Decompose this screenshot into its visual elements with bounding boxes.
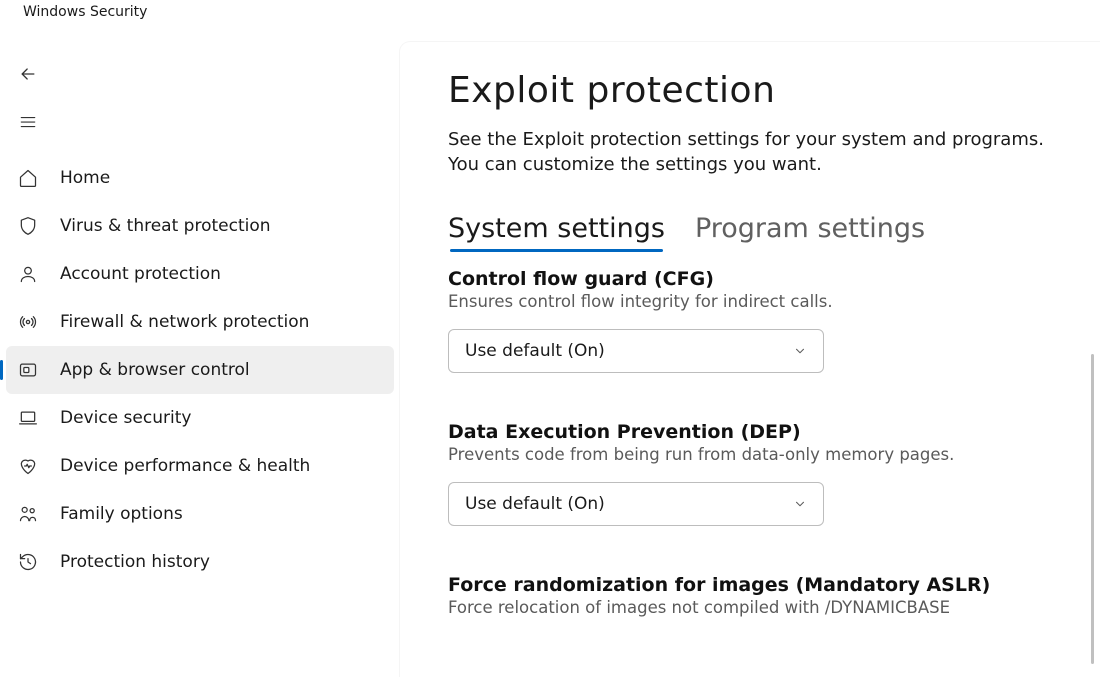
sidebar-item-home[interactable]: Home <box>0 154 400 202</box>
hamburger-button[interactable] <box>0 98 400 146</box>
page-description: See the Exploit protection settings for … <box>448 127 1052 177</box>
sidebar-item-family[interactable]: Family options <box>0 490 400 538</box>
network-icon <box>18 312 54 332</box>
setting-cfg: Control flow guard (CFG) Ensures control… <box>448 268 1052 373</box>
setting-description: Force relocation of images not compiled … <box>448 598 1052 617</box>
sidebar-item-label: Device security <box>54 408 191 428</box>
sidebar-item-label: Account protection <box>54 264 221 284</box>
chevron-down-icon <box>793 497 807 511</box>
dep-dropdown[interactable]: Use default (On) <box>448 482 824 526</box>
sidebar-item-virus-threat[interactable]: Virus & threat protection <box>0 202 400 250</box>
scrollbar-thumb[interactable] <box>1091 354 1094 664</box>
tab-program-settings[interactable]: Program settings <box>695 213 925 252</box>
setting-aslr: Force randomization for images (Mandator… <box>448 574 1052 617</box>
sidebar-item-account-protection[interactable]: Account protection <box>0 250 400 298</box>
cfg-dropdown[interactable]: Use default (On) <box>448 329 824 373</box>
shield-icon <box>18 216 54 236</box>
sidebar-item-label: Virus & threat protection <box>54 216 271 236</box>
setting-title: Control flow guard (CFG) <box>448 268 1052 290</box>
setting-dep: Data Execution Prevention (DEP) Prevents… <box>448 421 1052 526</box>
home-icon <box>18 168 54 188</box>
sidebar-item-device-performance[interactable]: Device performance & health <box>0 442 400 490</box>
sidebar-item-label: App & browser control <box>54 360 250 380</box>
account-icon <box>18 264 54 284</box>
sidebar-item-protection-history[interactable]: Protection history <box>0 538 400 586</box>
page-title: Exploit protection <box>448 70 1052 111</box>
health-icon <box>18 456 54 476</box>
sidebar-item-firewall[interactable]: Firewall & network protection <box>0 298 400 346</box>
setting-description: Prevents code from being run from data-o… <box>448 445 1052 464</box>
setting-title: Force randomization for images (Mandator… <box>448 574 1052 596</box>
back-icon <box>18 64 54 84</box>
hamburger-icon <box>18 113 54 131</box>
family-icon <box>18 504 54 524</box>
setting-title: Data Execution Prevention (DEP) <box>448 421 1052 443</box>
main-content: Exploit protection See the Exploit prote… <box>400 42 1100 677</box>
sidebar-item-label: Device performance & health <box>54 456 310 476</box>
tab-system-settings[interactable]: System settings <box>448 213 665 252</box>
dropdown-value: Use default (On) <box>465 494 605 514</box>
app-browser-icon <box>18 360 54 380</box>
sidebar-item-device-security[interactable]: Device security <box>0 394 400 442</box>
sidebar-item-label: Home <box>54 168 110 188</box>
sidebar-item-label: Firewall & network protection <box>54 312 309 332</box>
setting-description: Ensures control flow integrity for indir… <box>448 292 1052 311</box>
chevron-down-icon <box>793 344 807 358</box>
dropdown-value: Use default (On) <box>465 341 605 361</box>
laptop-icon <box>18 408 54 428</box>
sidebar: Home Virus & threat protection Account p… <box>0 30 400 677</box>
window-title: Windows Security <box>0 0 1100 30</box>
sidebar-item-label: Family options <box>54 504 183 524</box>
sidebar-item-app-browser[interactable]: App & browser control <box>6 346 394 394</box>
back-button[interactable] <box>0 50 400 98</box>
sidebar-item-label: Protection history <box>54 552 210 572</box>
history-icon <box>18 552 54 572</box>
